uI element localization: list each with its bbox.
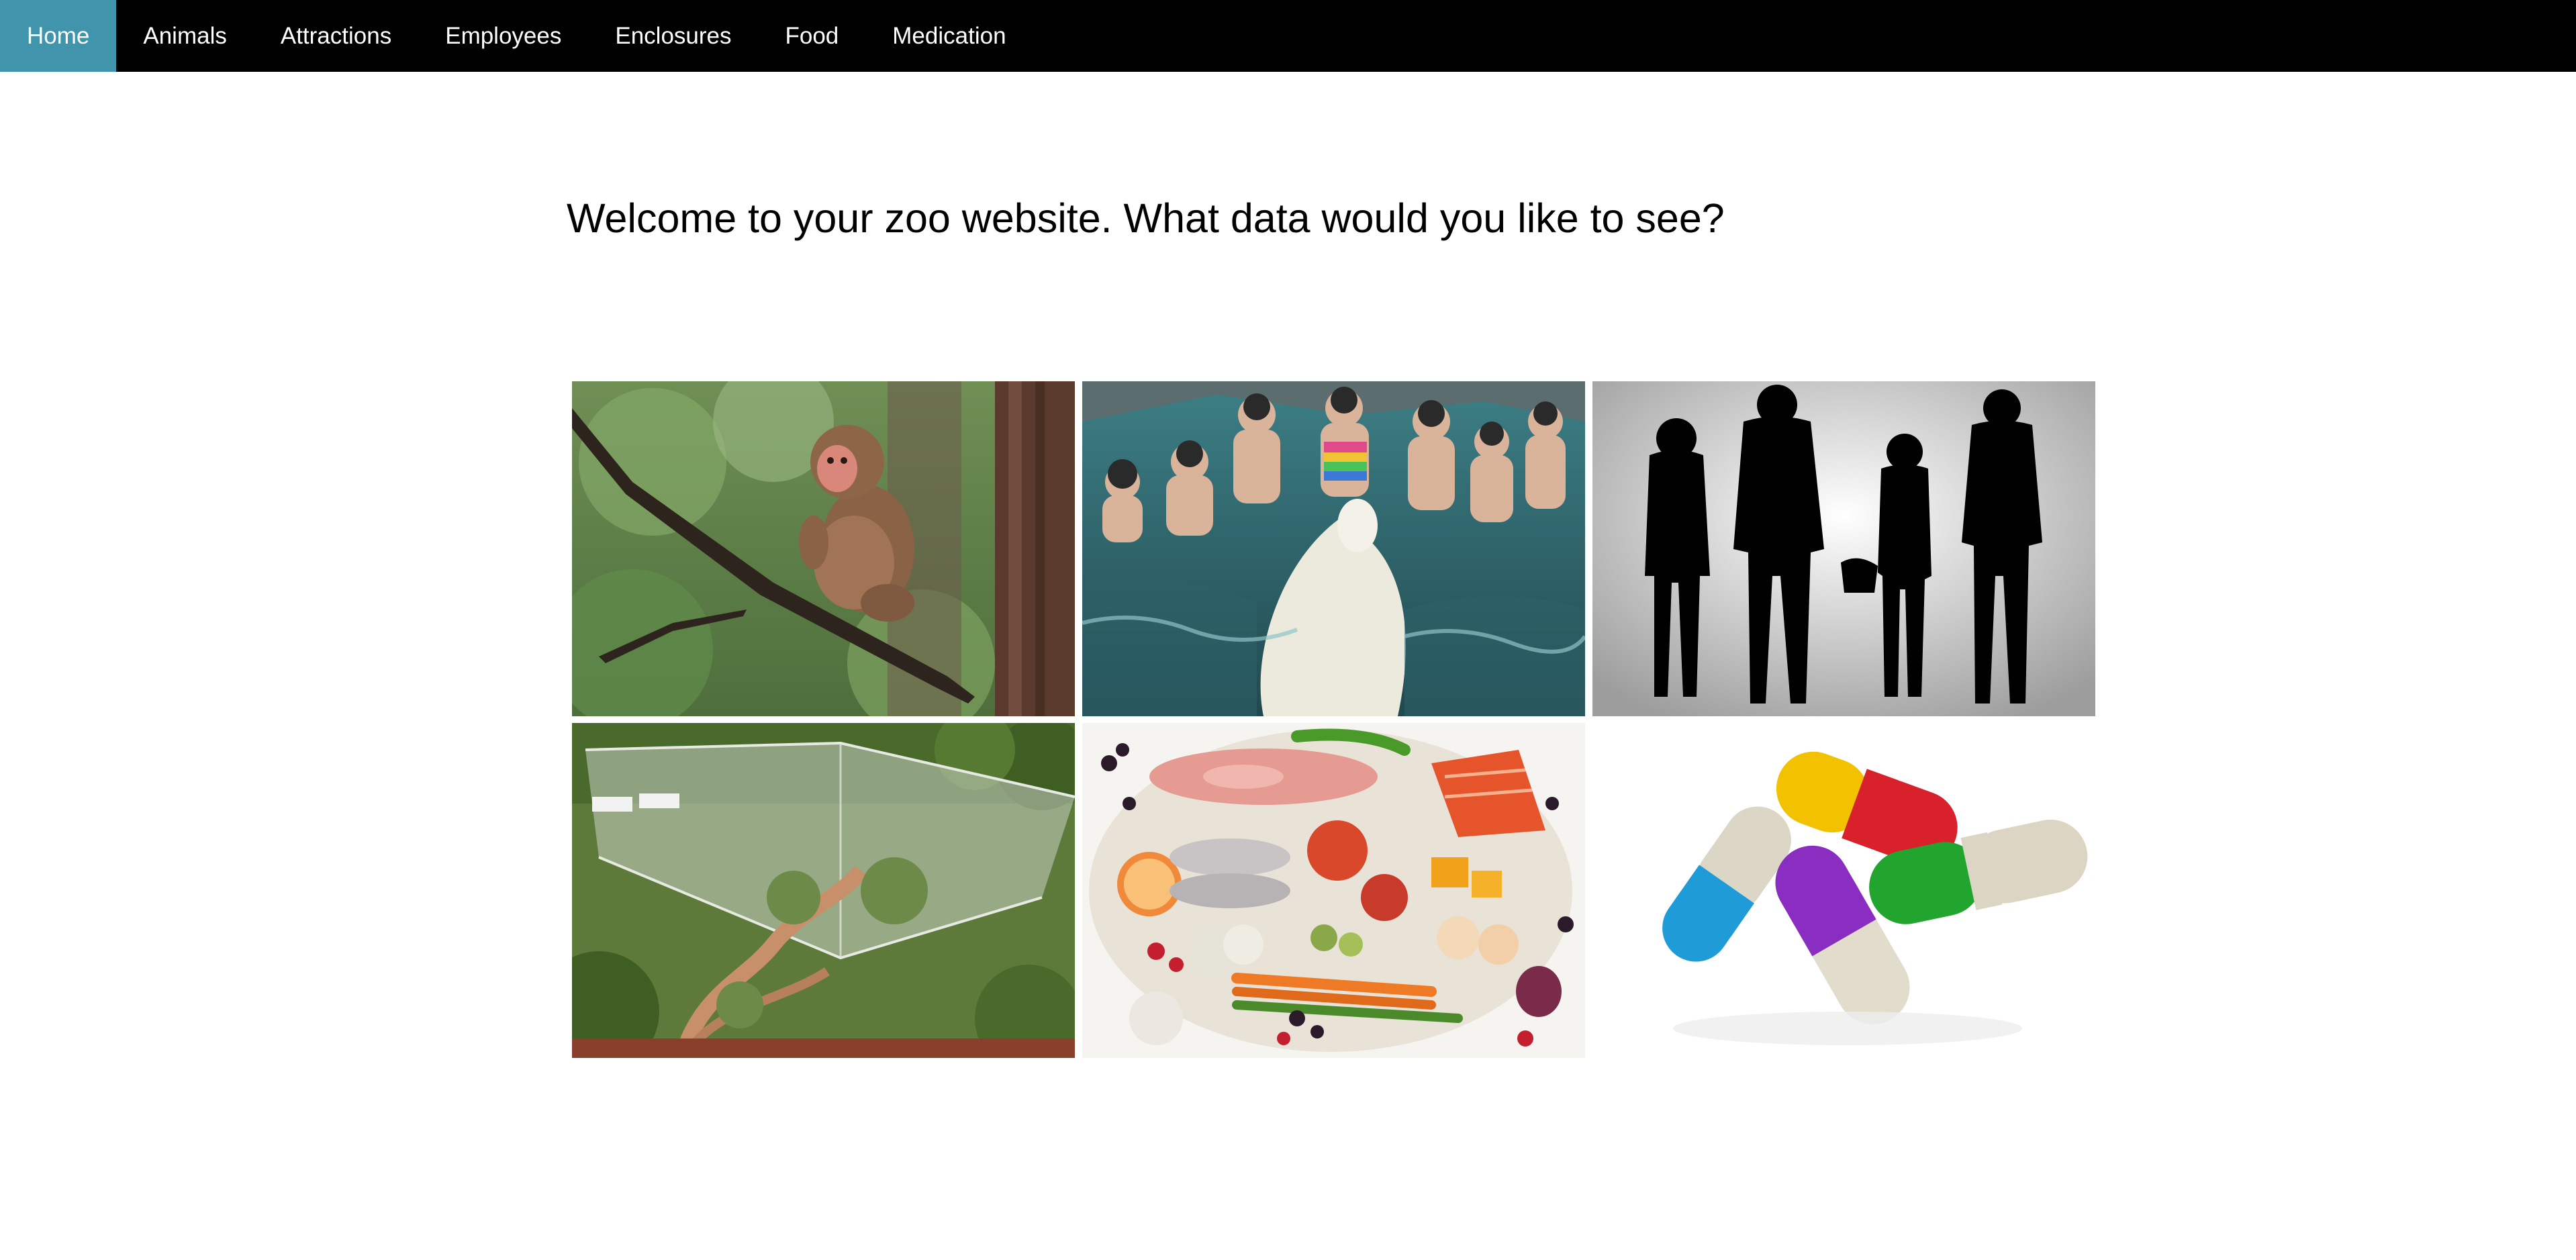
nav-attractions-link[interactable]: Attractions xyxy=(254,0,418,72)
medication-tile-image[interactable] xyxy=(1592,723,2095,1058)
animals-tile-image[interactable] xyxy=(572,381,1075,716)
polar-bear-swimmers-photo-icon xyxy=(1082,381,1585,716)
attractions-tile-image[interactable] xyxy=(1082,381,1585,716)
top-navigation-bar: Home Animals Attractions Employees Enclo… xyxy=(0,0,2576,72)
nav-employees-link[interactable]: Employees xyxy=(418,0,588,72)
people-silhouettes-photo-icon xyxy=(1592,381,2095,716)
employees-tile-image[interactable] xyxy=(1592,381,2095,716)
enclosures-tile-image[interactable] xyxy=(572,723,1075,1058)
nav-enclosures-link[interactable]: Enclosures xyxy=(588,0,758,72)
monkey-photo-icon xyxy=(572,381,1075,716)
fresh-food-photo-icon xyxy=(1082,723,1585,1058)
capsule-pills-photo-icon xyxy=(1592,723,2095,1058)
nav-food-link[interactable]: Food xyxy=(759,0,866,72)
aviary-enclosure-photo-icon xyxy=(572,723,1075,1058)
food-tile-image[interactable] xyxy=(1082,723,1585,1058)
nav-medication-link[interactable]: Medication xyxy=(865,0,1033,72)
nav-animals-link[interactable]: Animals xyxy=(116,0,253,72)
page-heading: Welcome to your zoo website. What data w… xyxy=(567,195,1725,241)
nav-home-link[interactable]: Home xyxy=(0,0,117,72)
